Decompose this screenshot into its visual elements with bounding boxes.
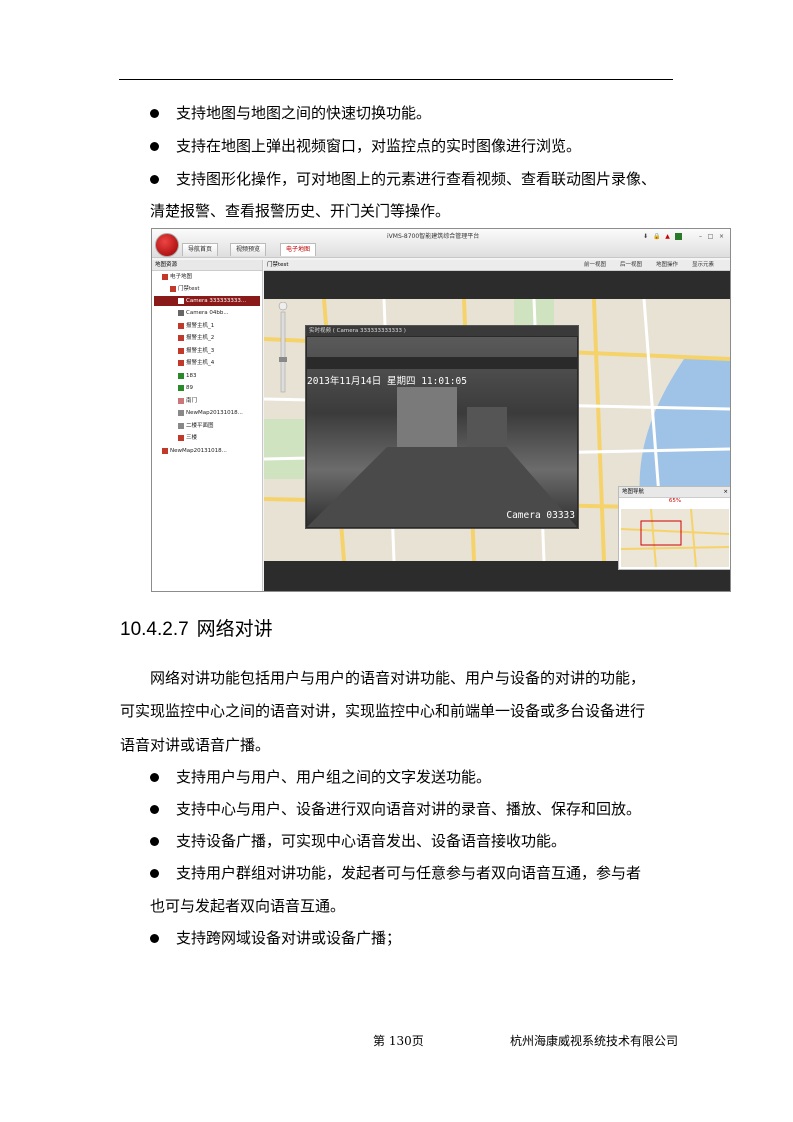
tree-item[interactable]: Camera 04bb... <box>178 308 229 318</box>
status-icon <box>675 233 682 240</box>
paragraph-line: 网络对讲功能包括用户与用户的语音对讲功能、用户与设备的对讲的功能， <box>150 669 646 687</box>
zoom-slider[interactable] <box>278 302 288 394</box>
bullet-continuation: 也可与发起者双向语音互通。 <box>150 897 346 915</box>
software-screenshot: iVMS-8700智能建筑综合管理平台 导航首页 视频预览 电子地图 ⬇ 🔒 ▲… <box>151 228 731 592</box>
show-elements-button[interactable]: 显示元素 <box>692 260 714 270</box>
close-icon[interactable]: × <box>718 233 725 240</box>
tree-item[interactable]: 报警主机_1 <box>178 321 214 331</box>
map-icon <box>178 434 184 441</box>
video-scene <box>307 357 577 527</box>
section-number: 10.4.2.7 <box>120 619 189 640</box>
tree-item[interactable]: 南门 <box>178 396 197 406</box>
navigator-minimap[interactable] <box>620 508 730 568</box>
prev-view-button[interactable]: 前一视图 <box>584 260 606 270</box>
minimap-roads <box>620 508 730 568</box>
app-title: iVMS-8700智能建筑综合管理平台 <box>387 233 480 240</box>
camera-icon <box>178 297 184 304</box>
tree-item-selected[interactable]: Camera 333333333... <box>154 296 260 306</box>
zone-icon <box>178 384 184 391</box>
section-heading: 10.4.2.7 网络对讲 <box>120 617 273 643</box>
navigator-header: 地图导航 × <box>619 487 730 498</box>
tree-item[interactable]: 报警主机_2 <box>178 333 214 343</box>
door-icon <box>178 397 184 404</box>
map-icon <box>162 447 168 454</box>
tree-item[interactable]: 二楼平面图 <box>178 421 214 431</box>
tree-item[interactable]: 报警主机_4 <box>178 358 214 368</box>
alarm-host-icon <box>178 334 184 341</box>
app-logo <box>155 233 179 257</box>
map-tab[interactable]: 门禁test <box>267 260 289 270</box>
paragraph-line: 可实现监控中心之间的语音对讲，实现监控中心和前端单一设备或多台设备进行 <box>120 702 646 720</box>
lock-icon[interactable]: 🔒 <box>653 233 660 240</box>
tab-home[interactable]: 导航首页 <box>182 243 219 256</box>
bullet-icon <box>150 773 159 782</box>
alarm-host-icon <box>178 347 184 354</box>
map-top-band <box>264 271 730 299</box>
maximize-icon[interactable]: □ <box>707 233 714 240</box>
tree-item[interactable]: 183 <box>178 371 197 381</box>
app-titlebar: iVMS-8700智能建筑综合管理平台 导航首页 视频预览 电子地图 ⬇ 🔒 ▲… <box>152 229 730 258</box>
download-icon[interactable]: ⬇ <box>642 233 649 240</box>
map-navigator[interactable]: 地图导航 × 65% <box>618 486 730 570</box>
map-operation-button[interactable]: 地图操作 <box>656 260 678 270</box>
section-title: 网络对讲 <box>196 619 273 640</box>
bullet-icon <box>150 109 159 118</box>
alarm-icon[interactable]: ▲ <box>664 233 671 240</box>
next-view-button[interactable]: 后一视图 <box>620 260 642 270</box>
header-rule <box>119 79 673 80</box>
camera-icon <box>178 309 184 316</box>
tree-item[interactable]: 报警主机_3 <box>178 346 214 356</box>
link-icon <box>178 422 184 429</box>
map-icon <box>162 273 168 280</box>
tab-video-preview[interactable]: 视频预览 <box>230 243 267 256</box>
company-name: 杭州海康威视系统技术有限公司 <box>510 1034 679 1048</box>
bullet-continuation: 清楚报警、查看报警历史、开门关门等操作。 <box>150 202 451 220</box>
tree-item[interactable]: 门禁test <box>170 284 200 294</box>
tree-header: 地图资源 <box>152 260 262 271</box>
map-icon <box>170 285 176 292</box>
video-popup[interactable]: 实时视频 ( Camera 333333333333 ) 2013年11月14日… <box>305 325 579 529</box>
video-frame: 2013年11月14日 星期四 11:01:05 Camera 03333 <box>307 337 577 527</box>
bullet-icon <box>150 142 159 151</box>
map-toolbar: 门禁test 前一视图 后一视图 地图操作 显示元素 <box>264 260 730 271</box>
tree-item[interactable]: NewMap20131018... <box>178 408 243 418</box>
paragraph-line: 语音对讲或语音广播。 <box>120 736 271 754</box>
bullet-icon <box>150 934 159 943</box>
tree-item[interactable]: NewMap20131018... <box>162 446 227 456</box>
minimize-icon[interactable]: – <box>697 233 704 240</box>
bullet-icon <box>150 837 159 846</box>
zone-icon <box>178 372 184 379</box>
alarm-host-icon <box>178 359 184 366</box>
alarm-host-icon <box>178 322 184 329</box>
bullet-icon <box>150 805 159 814</box>
tree-item[interactable]: 电子地图 <box>162 272 192 282</box>
link-icon <box>178 409 184 416</box>
close-icon[interactable]: × <box>723 487 728 497</box>
page-number: 第 130页 <box>373 1034 424 1048</box>
video-timestamp: 2013年11月14日 星期四 11:01:05 <box>307 376 467 387</box>
video-title: 实时视频 ( Camera 333333333333 ) <box>306 326 578 336</box>
navigator-zoom-percent: 65% <box>668 498 682 504</box>
bullet-icon <box>150 869 159 878</box>
video-camera-name: Camera 03333 <box>506 510 575 521</box>
bullet-icon <box>150 175 159 184</box>
map-resource-tree: 地图资源 电子地图 门禁test Camera 333333333... Cam… <box>152 260 263 591</box>
tab-e-map[interactable]: 电子地图 <box>280 243 317 256</box>
tree-item[interactable]: 三楼 <box>178 433 197 443</box>
tree-item[interactable]: 89 <box>178 383 193 393</box>
map-panel: 门禁test 前一视图 后一视图 地图操作 显示元素 实时视频 ( Camera… <box>264 260 730 591</box>
